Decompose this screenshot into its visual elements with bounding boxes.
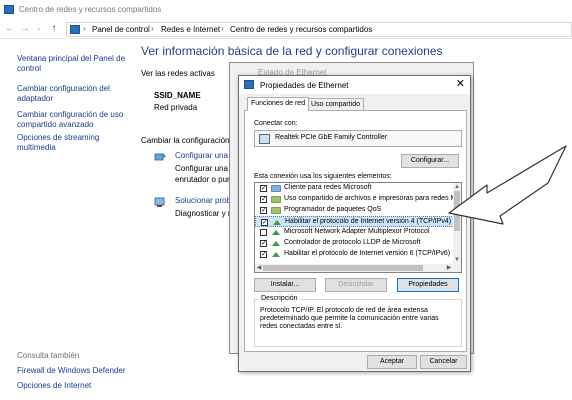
tab-networking[interactable]: Funciones de red bbox=[247, 97, 310, 111]
annotation-arrow-icon bbox=[448, 145, 567, 225]
